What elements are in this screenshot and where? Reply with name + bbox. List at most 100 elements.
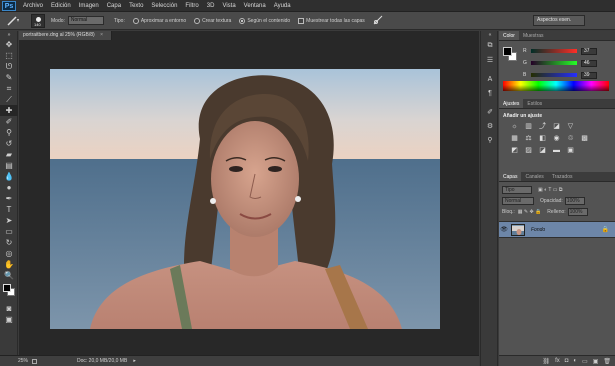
slider-red[interactable]: R 37 bbox=[523, 47, 597, 55]
menu-filtro[interactable]: Filtro bbox=[181, 0, 202, 12]
threshold-icon[interactable]: ◪ bbox=[537, 147, 548, 155]
new-adjustment-layer-icon[interactable]: ◐ bbox=[573, 358, 577, 364]
eyedropper-tool-icon[interactable]: ⟋ bbox=[0, 94, 18, 105]
clone-stamp-tool-icon[interactable]: ⚲ bbox=[0, 127, 18, 138]
tab-color[interactable]: Color bbox=[499, 31, 519, 40]
tab-swatches[interactable]: Muestras bbox=[519, 31, 548, 40]
menu-texto[interactable]: Texto bbox=[125, 0, 147, 12]
lasso-tool-icon[interactable]: ᘎ bbox=[0, 61, 18, 72]
channel-mixer-icon[interactable]: ♲ bbox=[565, 135, 576, 143]
menu-archivo[interactable]: Archivo bbox=[19, 0, 47, 12]
fill-value[interactable]: 100% bbox=[567, 207, 588, 216]
document-tab[interactable]: portraitbere.dng al 25% (RGB/8) × bbox=[19, 31, 113, 40]
quick-select-tool-icon[interactable]: ✎ bbox=[0, 72, 18, 83]
color-balance-icon[interactable]: ⚖ bbox=[523, 135, 534, 143]
hue-saturation-icon[interactable]: ▦ bbox=[509, 135, 520, 143]
red-slider-track[interactable] bbox=[531, 49, 577, 53]
photo-filter-icon[interactable]: ◉ bbox=[551, 135, 562, 143]
blend-mode-select[interactable]: Normal bbox=[502, 196, 534, 205]
curves-icon[interactable]: ⤴ bbox=[537, 123, 548, 131]
radio-proximity-match[interactable]: Aproximar a entorno bbox=[132, 17, 186, 24]
mode-select[interactable]: Normal bbox=[67, 16, 104, 25]
slider-green[interactable]: G 46 bbox=[523, 59, 597, 67]
layer-row-background[interactable]: 👁 Fondo 🔒 bbox=[499, 221, 615, 238]
eye-icon[interactable]: 👁 bbox=[499, 226, 509, 233]
rectangle-tool-icon[interactable]: ▭ bbox=[0, 226, 18, 237]
foreground-color-swatch[interactable] bbox=[3, 284, 11, 292]
menu-vista[interactable]: Vista bbox=[218, 0, 239, 12]
pressure-brush-icon[interactable] bbox=[373, 15, 383, 27]
brush-presets-icon[interactable]: ⚙ bbox=[481, 119, 499, 133]
history-brush-tool-icon[interactable]: ↺ bbox=[0, 138, 18, 149]
color-lookup-icon[interactable]: ▩ bbox=[579, 135, 590, 143]
menu-capa[interactable]: Capa bbox=[103, 0, 125, 12]
gradient-map-icon[interactable]: ▬ bbox=[551, 147, 562, 155]
gradient-tool-icon[interactable]: ▤ bbox=[0, 160, 18, 171]
posterize-icon[interactable]: ▨ bbox=[523, 147, 534, 155]
color-swatches[interactable] bbox=[0, 281, 18, 303]
paragraph-panel-icon[interactable]: ¶ bbox=[481, 86, 499, 100]
spot-healing-tool-icon[interactable]: ✚ bbox=[0, 105, 18, 116]
properties-panel-icon[interactable]: ☰ bbox=[481, 53, 499, 67]
link-layers-icon[interactable]: ⛓ bbox=[542, 358, 550, 365]
eraser-tool-icon[interactable]: ▰ bbox=[0, 149, 18, 160]
brush-tool-icon[interactable]: ✐ bbox=[0, 116, 18, 127]
screen-mode-icon[interactable]: ▣ bbox=[0, 314, 18, 325]
tab-channels[interactable]: Canales bbox=[521, 172, 547, 181]
zoom-level[interactable]: 25% bbox=[0, 356, 28, 366]
status-menu-arrow-icon[interactable]: ▸ bbox=[133, 356, 136, 366]
layer-kind-filter[interactable]: Tipo bbox=[502, 185, 532, 194]
quick-mask-icon[interactable]: ◙ bbox=[0, 303, 18, 314]
new-layer-icon[interactable]: ▣ bbox=[593, 358, 599, 365]
menu-ayuda[interactable]: Ayuda bbox=[270, 0, 295, 12]
zoom-tool-icon[interactable]: 🔍 bbox=[0, 270, 18, 281]
black-white-icon[interactable]: ◧ bbox=[537, 135, 548, 143]
selective-color-icon[interactable]: ▣ bbox=[565, 147, 576, 155]
3d-rotate-tool-icon[interactable]: ↻ bbox=[0, 237, 18, 248]
menu-imagen[interactable]: Imagen bbox=[75, 0, 103, 12]
green-slider-track[interactable] bbox=[531, 61, 577, 65]
slider-value[interactable]: 46 bbox=[581, 59, 597, 67]
invert-icon[interactable]: ◩ bbox=[509, 147, 520, 155]
tab-styles[interactable]: Estilos bbox=[523, 99, 546, 108]
pen-tool-icon[interactable]: ✒ bbox=[0, 193, 18, 204]
filter-icons[interactable]: ▣ ◐ T ▭ ⧉ bbox=[538, 187, 562, 193]
dodge-tool-icon[interactable]: ● bbox=[0, 182, 18, 193]
spot-healing-tool-preset[interactable] bbox=[3, 14, 23, 28]
history-panel-icon[interactable]: ⧉ bbox=[481, 39, 499, 53]
delete-layer-icon[interactable]: 🗑 bbox=[603, 358, 611, 365]
blur-tool-icon[interactable]: 💧 bbox=[0, 171, 18, 182]
slider-value[interactable]: 39 bbox=[581, 71, 597, 79]
move-tool-icon[interactable]: ✥ bbox=[0, 39, 18, 50]
tab-adjustments[interactable]: Ajustes bbox=[499, 99, 524, 108]
menu-seleccion[interactable]: Selección bbox=[147, 0, 181, 12]
opacity-value[interactable]: 100% bbox=[564, 196, 585, 205]
blue-slider-track[interactable] bbox=[531, 73, 577, 77]
strip-collapse-icon[interactable]: « bbox=[481, 31, 499, 39]
status-options-icon[interactable] bbox=[32, 359, 37, 364]
image-canvas[interactable] bbox=[50, 69, 440, 329]
slider-value[interactable]: 37 bbox=[581, 47, 597, 55]
tab-paths[interactable]: Trazados bbox=[548, 172, 577, 181]
marquee-tool-icon[interactable]: ⬚ bbox=[0, 50, 18, 61]
color-spectrum-ramp[interactable] bbox=[503, 81, 609, 91]
levels-icon[interactable]: ▥ bbox=[523, 123, 534, 131]
radio-content-aware[interactable]: Según el contenido bbox=[239, 17, 290, 24]
clone-source-icon[interactable]: ⚲ bbox=[481, 133, 499, 147]
hand-tool-icon[interactable]: ✋ bbox=[0, 259, 18, 270]
slider-blue[interactable]: B 39 bbox=[523, 71, 597, 79]
menu-ventana[interactable]: Ventana bbox=[240, 0, 270, 12]
toolbar-collapse-icon[interactable]: » bbox=[0, 31, 18, 39]
tab-layers[interactable]: Capas bbox=[499, 172, 522, 181]
character-panel-icon[interactable]: A bbox=[481, 72, 499, 86]
3d-camera-tool-icon[interactable]: ◎ bbox=[0, 248, 18, 259]
color-foreground-swatch[interactable] bbox=[503, 47, 512, 56]
type-tool-icon[interactable]: T bbox=[0, 204, 18, 215]
layer-style-icon[interactable]: fx bbox=[555, 358, 560, 364]
radio-create-texture[interactable]: Crear textura bbox=[194, 17, 231, 24]
crop-tool-icon[interactable]: ⌗ bbox=[0, 83, 18, 94]
menu-3d[interactable]: 3D bbox=[203, 0, 219, 12]
lock-icons[interactable]: ▦ ✎ ✥ 🔒 bbox=[518, 209, 542, 215]
brush-panel-icon[interactable]: ✐ bbox=[481, 105, 499, 119]
document-size[interactable]: Doc: 20,0 MB/20,0 MB bbox=[77, 356, 127, 366]
